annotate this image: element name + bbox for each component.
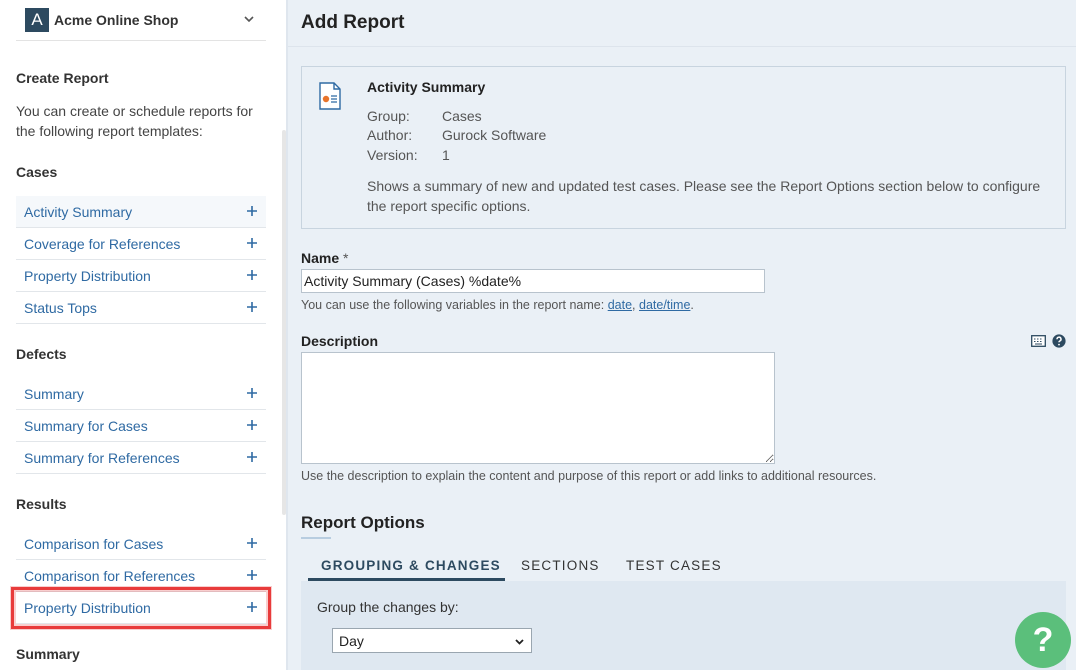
project-badge: A (25, 8, 49, 32)
plus-icon[interactable] (246, 387, 258, 399)
template-version-value: 1 (442, 147, 450, 163)
template-author-label: Author: (367, 127, 413, 143)
template-author-row: Author: Gurock Software (367, 127, 546, 143)
description-textarea[interactable] (301, 352, 775, 464)
description-tools (1031, 334, 1066, 348)
page-title: Add Report (301, 12, 405, 33)
defects-template-list: Summary Summary for Cases Summary for Re… (16, 378, 266, 474)
group-heading-summary: Summary (16, 646, 80, 662)
template-group-label: Group: (367, 108, 410, 124)
template-item-coverage-for-references[interactable]: Coverage for References (16, 228, 266, 260)
hint-period: . (690, 298, 694, 312)
tab-sections[interactable]: SECTIONS (521, 553, 600, 581)
template-item-status-tops[interactable]: Status Tops (16, 292, 266, 324)
name-label: Name * (301, 250, 348, 266)
template-item-label: Comparison for References (24, 567, 196, 584)
variable-date-link[interactable]: date (608, 298, 632, 312)
project-selector[interactable]: A Acme Online Shop (16, 0, 266, 41)
help-icon[interactable] (1052, 334, 1066, 348)
plus-icon[interactable] (246, 537, 258, 549)
template-group-row: Group: Cases (367, 108, 482, 124)
template-item-label: Summary for Cases (24, 417, 148, 434)
plus-icon[interactable] (246, 419, 258, 431)
template-author-value: Gurock Software (442, 127, 547, 143)
keyboard-icon[interactable] (1031, 335, 1046, 347)
template-item-label: Activity Summary (24, 203, 133, 220)
plus-icon[interactable] (246, 301, 258, 313)
template-item-results-property-distribution[interactable]: Property Distribution (11, 587, 271, 629)
create-report-heading: Create Report (16, 70, 109, 86)
help-fab-label: ? (1032, 620, 1054, 659)
template-description: Shows a summary of new and updated test … (367, 178, 1041, 214)
group-by-selected-value: Day (339, 632, 364, 649)
description-hint: Use the description to explain the conte… (301, 469, 877, 483)
template-item-property-distribution[interactable]: Property Distribution (16, 260, 266, 292)
template-item-label: Status Tops (24, 299, 97, 316)
project-name: Acme Online Shop (54, 12, 179, 28)
plus-icon[interactable] (246, 269, 258, 281)
report-name-input[interactable] (301, 269, 765, 293)
variable-separator: , (632, 298, 636, 312)
tab-grouping-changes[interactable]: GROUPING & CHANGES (308, 553, 505, 581)
template-item-summary-for-cases[interactable]: Summary for Cases (16, 410, 266, 442)
template-item-summary-for-references[interactable]: Summary for References (16, 442, 266, 474)
grouping-options-panel: Group the changes by: Day (301, 581, 1066, 670)
description-label: Description (301, 333, 379, 349)
plus-icon[interactable] (246, 569, 258, 581)
title-divider (288, 46, 1076, 47)
template-item-summary[interactable]: Summary (16, 378, 266, 410)
name-hint: You can use the following variables in t… (301, 298, 694, 312)
name-hint-text: You can use the following variables in t… (301, 298, 605, 312)
report-options-title: Report Options (301, 513, 425, 532)
results-template-list: Comparison for Cases Comparison for Refe… (11, 528, 271, 629)
tab-test-cases[interactable]: TEST CASES (626, 553, 722, 581)
help-fab-button[interactable]: ? (1015, 612, 1071, 668)
create-report-description: You can create or schedule reports for t… (16, 103, 253, 139)
cases-template-list: Activity Summary Coverage for References… (16, 196, 266, 324)
template-item-label: Property Distribution (24, 267, 151, 284)
template-info-box: Activity Summary Group: Cases Author: Guro… (301, 66, 1066, 229)
chevron-down-icon[interactable] (242, 12, 256, 26)
plus-icon[interactable] (246, 205, 258, 217)
variable-datetime-link[interactable]: date/time (639, 298, 690, 312)
plus-icon[interactable] (246, 601, 258, 613)
plus-icon[interactable] (246, 237, 258, 249)
template-item-label: Coverage for References (24, 235, 181, 252)
required-mark: * (343, 250, 349, 266)
template-item-label: Summary (24, 385, 84, 402)
main-content: Add Report Activity Summary Group: Cases … (288, 0, 1076, 670)
template-item-comparison-for-references[interactable]: Comparison for References (16, 560, 266, 592)
template-item-comparison-for-cases[interactable]: Comparison for Cases (16, 528, 266, 560)
template-item-label: Property Distribution (24, 599, 151, 616)
plus-icon[interactable] (246, 451, 258, 463)
template-title: Activity Summary (367, 79, 486, 95)
group-heading-results: Results (16, 496, 67, 512)
group-by-label: Group the changes by: (317, 599, 459, 615)
group-heading-cases: Cases (16, 164, 58, 180)
template-version-row: Version: 1 (367, 147, 450, 163)
report-document-icon (319, 82, 341, 110)
sidebar: A Acme Online Shop Create Report You can… (0, 0, 284, 670)
chevron-down-icon (515, 639, 524, 645)
report-options-underline (301, 537, 331, 539)
name-label-text: Name (301, 250, 340, 266)
template-item-activity-summary[interactable]: Activity Summary (16, 196, 266, 228)
template-group-value: Cases (442, 108, 482, 124)
report-options-tabs: GROUPING & CHANGES SECTIONS TEST CASES (301, 553, 1066, 581)
template-item-label: Summary for References (24, 449, 180, 466)
template-version-label: Version: (367, 147, 418, 163)
template-item-label: Comparison for Cases (24, 535, 164, 552)
group-heading-defects: Defects (16, 346, 67, 362)
group-by-select[interactable]: Day (332, 628, 532, 653)
